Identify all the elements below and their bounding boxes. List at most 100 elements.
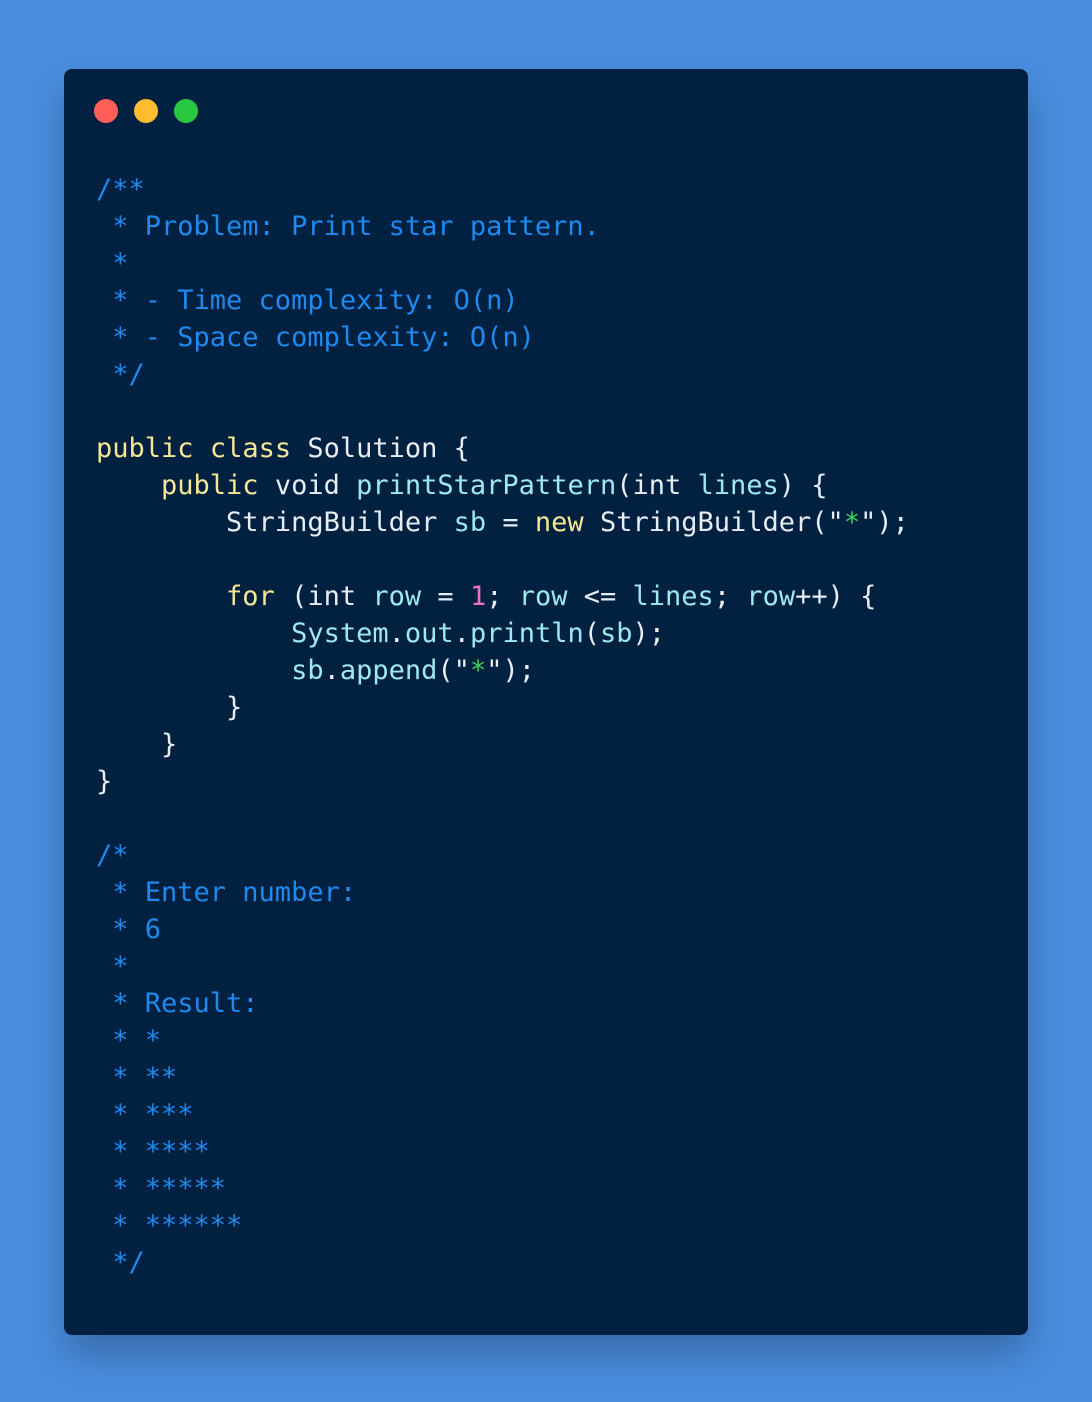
code-token: * *** bbox=[96, 1099, 194, 1130]
code-line: * Enter number: bbox=[96, 874, 909, 911]
close-dot-icon bbox=[94, 99, 118, 123]
code-block: /** * Problem: Print star pattern. * * -… bbox=[96, 171, 909, 1281]
code-token: " bbox=[486, 655, 503, 686]
code-token: class bbox=[209, 433, 292, 464]
code-token: (int bbox=[616, 470, 698, 501]
code-token: ); bbox=[876, 507, 909, 538]
code-token: ; bbox=[713, 581, 747, 612]
code-line: * ***** bbox=[96, 1170, 909, 1207]
code-token: } bbox=[96, 766, 113, 797]
code-token: new bbox=[534, 507, 584, 538]
code-line: * Result: bbox=[96, 985, 909, 1022]
code-line: } bbox=[96, 689, 909, 726]
code-token: void bbox=[258, 470, 357, 501]
code-line: /* bbox=[96, 837, 909, 874]
code-line: * * bbox=[96, 1022, 909, 1059]
code-token: * - Space complexity: O(n) bbox=[96, 322, 535, 353]
code-token: row bbox=[746, 581, 796, 612]
code-line: * ****** bbox=[96, 1207, 909, 1244]
code-token: * Problem: Print star pattern. bbox=[96, 211, 600, 242]
code-token: } bbox=[96, 729, 178, 760]
code-token: } bbox=[96, 692, 243, 723]
code-line: * - Space complexity: O(n) bbox=[96, 319, 909, 356]
code-line: for (int row = 1; row <= lines; row++) { bbox=[96, 578, 909, 615]
code-token: * 6 bbox=[96, 914, 162, 945]
code-token: sb bbox=[291, 655, 324, 686]
code-token: public bbox=[161, 470, 259, 501]
code-token: * ***** bbox=[96, 1173, 227, 1204]
code-token: ); bbox=[632, 618, 666, 649]
code-token: * - Time complexity: O(n) bbox=[96, 285, 519, 316]
code-token: . bbox=[323, 655, 340, 686]
code-line: * - Time complexity: O(n) bbox=[96, 282, 909, 319]
code-line: * 6 bbox=[96, 911, 909, 948]
code-token: * bbox=[843, 507, 861, 538]
code-token: printStarPattern bbox=[356, 470, 617, 501]
code-token: public bbox=[96, 433, 194, 464]
maximize-dot-icon bbox=[174, 99, 198, 123]
code-line: StringBuilder sb = new StringBuilder("*"… bbox=[96, 504, 909, 541]
code-token: * bbox=[469, 655, 487, 686]
code-token: = bbox=[421, 581, 470, 612]
code-token: row bbox=[372, 581, 422, 612]
code-token: out bbox=[404, 618, 454, 649]
code-line: /** bbox=[96, 171, 909, 208]
code-token: " bbox=[453, 655, 470, 686]
code-line: } bbox=[96, 726, 909, 763]
code-token: ) { bbox=[778, 470, 828, 501]
code-token: row bbox=[518, 581, 568, 612]
code-token: (int bbox=[274, 581, 373, 612]
code-token: println bbox=[469, 618, 584, 649]
code-token: * ****** bbox=[96, 1210, 243, 1241]
code-line: * *** bbox=[96, 1096, 909, 1133]
code-token: */ bbox=[96, 359, 145, 390]
code-line: public void printStarPattern(int lines) … bbox=[96, 467, 909, 504]
code-token: StringBuilder( bbox=[583, 507, 828, 538]
code-token: ( bbox=[437, 655, 454, 686]
code-line: * ** bbox=[96, 1059, 909, 1096]
code-line: * bbox=[96, 948, 909, 985]
code-token: for bbox=[226, 581, 275, 612]
code-token: = bbox=[486, 507, 535, 538]
code-token: " bbox=[827, 507, 844, 538]
code-token: " bbox=[860, 507, 877, 538]
code-line: sb.append("*"); bbox=[96, 652, 909, 689]
code-token: ; bbox=[486, 581, 519, 612]
code-token: * * bbox=[96, 1025, 162, 1056]
minimize-dot-icon bbox=[134, 99, 158, 123]
code-token: * bbox=[96, 951, 129, 982]
code-token: . bbox=[388, 618, 405, 649]
code-window: /** * Problem: Print star pattern. * * -… bbox=[64, 69, 1028, 1335]
code-token: ++) { bbox=[795, 581, 877, 612]
code-token: */ bbox=[96, 1247, 145, 1278]
code-token: sb bbox=[453, 507, 487, 538]
code-token: lines bbox=[632, 581, 714, 612]
code-token: * Result: bbox=[96, 988, 259, 1019]
code-line: System.out.println(sb); bbox=[96, 615, 909, 652]
code-token: Solution { bbox=[291, 433, 470, 464]
code-token: /* bbox=[96, 840, 129, 871]
code-token: sb bbox=[600, 618, 633, 649]
code-line: * **** bbox=[96, 1133, 909, 1170]
code-line: * bbox=[96, 245, 909, 282]
code-token: * **** bbox=[96, 1136, 210, 1167]
code-token: ( bbox=[583, 618, 600, 649]
code-token: append bbox=[339, 655, 438, 686]
code-token: * ** bbox=[96, 1062, 178, 1093]
code-line: public class Solution { bbox=[96, 430, 909, 467]
code-token: /** bbox=[96, 174, 145, 205]
code-token: * Enter number: bbox=[96, 877, 357, 908]
code-token: StringBuilder bbox=[96, 507, 454, 538]
code-line: */ bbox=[96, 1244, 909, 1281]
code-token: <= bbox=[567, 581, 633, 612]
code-token: * bbox=[96, 248, 129, 279]
code-token: . bbox=[453, 618, 470, 649]
code-line: } bbox=[96, 763, 909, 800]
